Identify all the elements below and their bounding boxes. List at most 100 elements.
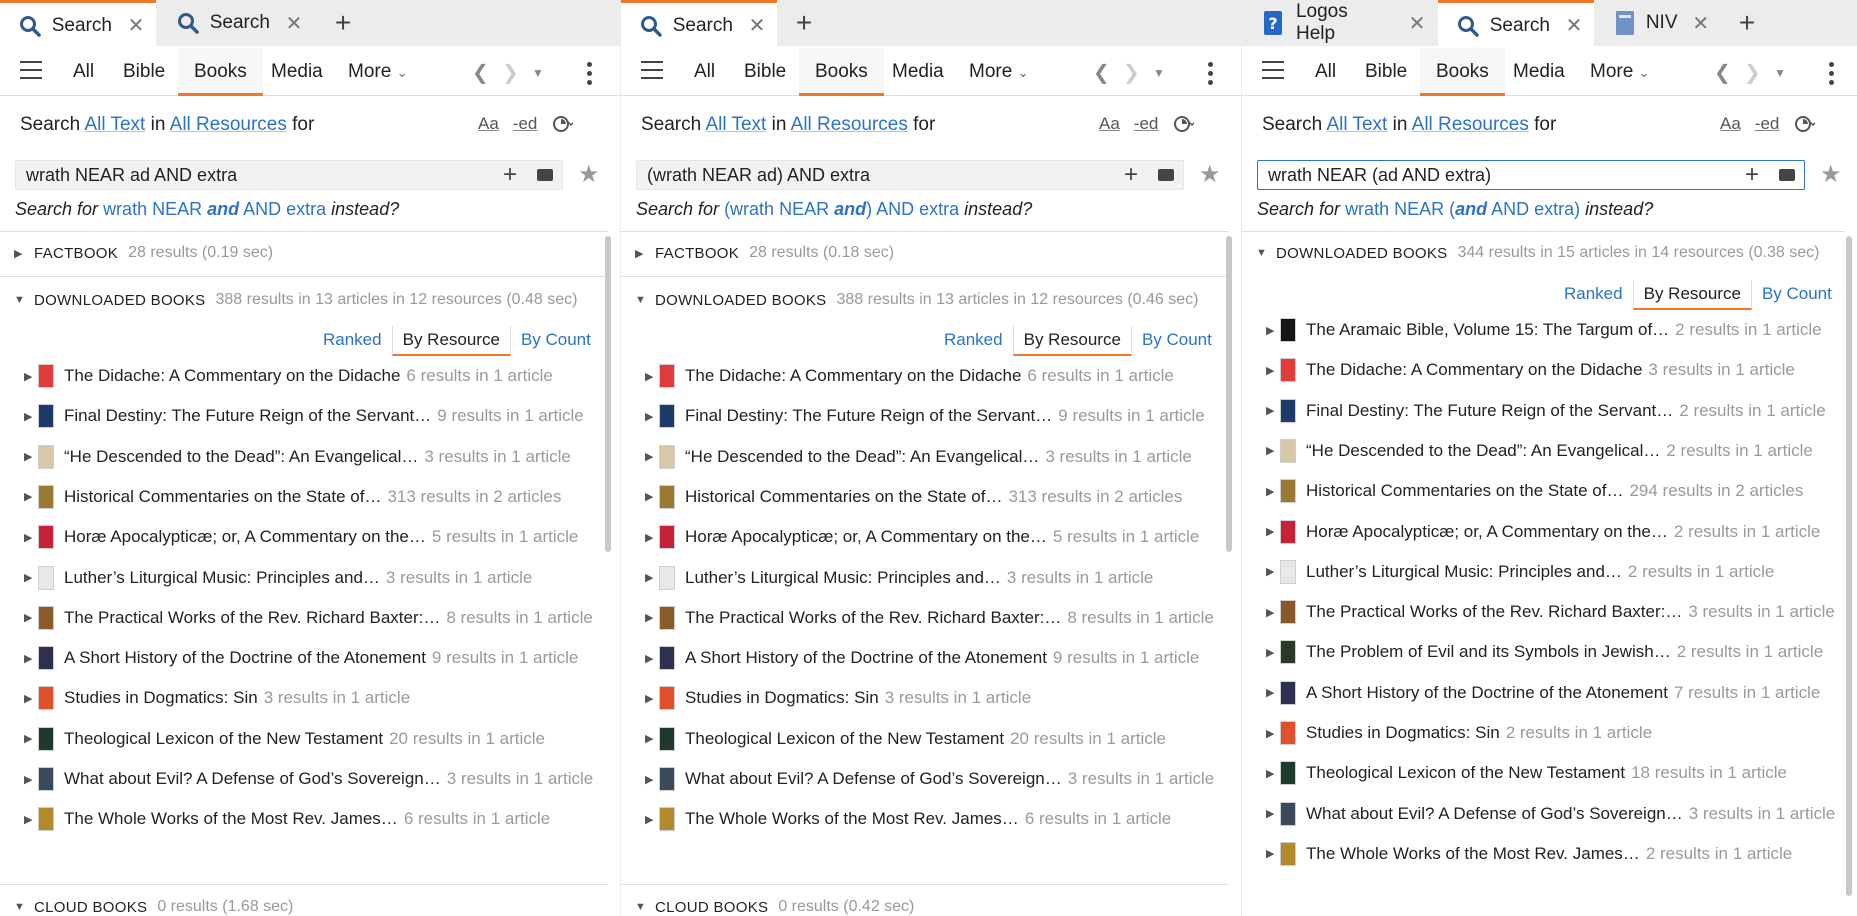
result-row[interactable]: ▶ The Didache: A Commentary on the Didach… xyxy=(645,361,1174,391)
history-dropdown-icon[interactable]: ▼ xyxy=(1774,66,1786,80)
result-row[interactable]: ▶ “He Descended to the Dead”: An Evangeli… xyxy=(1266,436,1813,466)
result-row[interactable]: ▶ “He Descended to the Dead”: An Evangeli… xyxy=(24,442,571,472)
forward-arrow-icon[interactable]: ❯ xyxy=(502,60,519,85)
keyboard-icon[interactable] xyxy=(1158,169,1174,181)
back-arrow-icon[interactable]: ❮ xyxy=(1714,60,1731,85)
search-input[interactable]: wrath NEAR ad AND extra + xyxy=(15,160,563,190)
more-options-icon[interactable] xyxy=(587,62,593,89)
expand-arrow-icon[interactable]: ▶ xyxy=(1266,565,1280,578)
match-stem-toggle[interactable]: -ed xyxy=(1134,114,1159,134)
result-row[interactable]: ▶ Horæ Apocalypticæ; or, A Commentary on … xyxy=(645,522,1199,552)
expand-arrow-icon[interactable]: ▶ xyxy=(1266,485,1280,498)
match-case-toggle[interactable]: Aa xyxy=(1099,114,1120,134)
scrollbar[interactable] xyxy=(1846,236,1852,896)
section-downloaded-books[interactable]: ▼ DOWNLOADED BOOKS 388 results in 13 art… xyxy=(14,291,577,309)
result-title[interactable]: The Whole Works of the Most Rev. James… xyxy=(685,809,1019,829)
expand-arrow-icon[interactable]: ▶ xyxy=(1266,686,1280,699)
result-row[interactable]: ▶ Theological Lexicon of the New Testamen… xyxy=(24,724,545,754)
sort-by-count[interactable]: By Count xyxy=(1132,326,1222,356)
sort-ranked[interactable]: Ranked xyxy=(934,326,1013,356)
expand-arrow-icon[interactable]: ▶ xyxy=(1266,444,1280,457)
result-title[interactable]: What about Evil? A Defense of God’s Sove… xyxy=(1306,804,1683,824)
result-row[interactable]: ▶ What about Evil? A Defense of God’s Sov… xyxy=(645,764,1214,794)
add-term-icon[interactable]: + xyxy=(503,161,517,189)
expand-arrow-icon[interactable]: ▶ xyxy=(24,652,38,665)
result-row[interactable]: ▶ Historical Commentaries on the State of… xyxy=(645,482,1182,512)
menu-icon[interactable] xyxy=(20,61,42,81)
history-icon[interactable] xyxy=(1172,114,1195,134)
match-stem-toggle[interactable]: -ed xyxy=(513,114,538,134)
result-row[interactable]: ▶ Final Destiny: The Future Reign of the … xyxy=(645,401,1205,431)
result-title[interactable]: The Whole Works of the Most Rev. James… xyxy=(1306,844,1640,864)
nav-more[interactable]: More ⌄ xyxy=(969,48,1028,96)
expand-arrow-icon[interactable]: ▶ xyxy=(1266,324,1280,337)
expand-arrow-icon[interactable]: ▶ xyxy=(1266,767,1280,780)
result-title[interactable]: Horæ Apocalypticæ; or, A Commentary on t… xyxy=(64,527,426,547)
result-title[interactable]: The Didache: A Commentary on the Didache xyxy=(64,366,400,386)
expand-arrow-icon[interactable]: ▶ xyxy=(645,370,659,383)
history-dropdown-icon[interactable]: ▼ xyxy=(1153,66,1165,80)
expand-arrow-icon[interactable]: ▶ xyxy=(645,813,659,826)
result-title[interactable]: Luther’s Liturgical Music: Principles an… xyxy=(685,568,1001,588)
result-row[interactable]: ▶ Horæ Apocalypticæ; or, A Commentary on … xyxy=(1266,517,1820,547)
back-arrow-icon[interactable]: ❮ xyxy=(472,60,489,85)
result-row[interactable]: ▶ Theological Lexicon of the New Testamen… xyxy=(645,724,1166,754)
sort-by-count[interactable]: By Count xyxy=(511,326,601,356)
result-title[interactable]: Theological Lexicon of the New Testament xyxy=(1306,763,1625,783)
add-tab-icon[interactable]: + xyxy=(326,6,360,40)
result-title[interactable]: The Practical Works of the Rev. Richard … xyxy=(64,608,440,628)
nav-all[interactable]: All xyxy=(694,48,715,96)
result-row[interactable]: ▶ Horæ Apocalypticæ; or, A Commentary on … xyxy=(24,522,578,552)
suggestion-link[interactable]: (wrath NEAR and) AND extra xyxy=(724,199,959,219)
result-title[interactable]: Luther’s Liturgical Music: Principles an… xyxy=(64,568,380,588)
result-title[interactable]: The Problem of Evil and its Symbols in J… xyxy=(1306,642,1671,662)
nav-media[interactable]: Media xyxy=(1513,48,1565,96)
result-row[interactable]: ▶ Final Destiny: The Future Reign of the … xyxy=(24,401,584,431)
result-title[interactable]: Studies in Dogmatics: Sin xyxy=(64,688,258,708)
text-scope-link[interactable]: All Text xyxy=(84,114,145,135)
result-row[interactable]: ▶ The Whole Works of the Most Rev. James…… xyxy=(1266,839,1792,869)
nav-bible[interactable]: Bible xyxy=(744,48,786,96)
expand-arrow-icon[interactable]: ▶ xyxy=(645,450,659,463)
forward-arrow-icon[interactable]: ❯ xyxy=(1744,60,1761,85)
result-title[interactable]: A Short History of the Doctrine of the A… xyxy=(1306,683,1668,703)
expand-arrow-icon[interactable]: ▶ xyxy=(1266,727,1280,740)
result-title[interactable]: Final Destiny: The Future Reign of the S… xyxy=(64,406,431,426)
result-row[interactable]: ▶ Luther’s Liturgical Music: Principles a… xyxy=(1266,557,1774,587)
more-options-icon[interactable] xyxy=(1829,62,1835,89)
tab-search[interactable]: Search ✕ xyxy=(0,0,156,48)
close-icon[interactable]: ✕ xyxy=(1564,13,1584,38)
result-row[interactable]: ▶ The Didache: A Commentary on the Didach… xyxy=(1266,355,1795,385)
nav-all[interactable]: All xyxy=(73,48,94,96)
expand-arrow-icon[interactable]: ▶ xyxy=(24,531,38,544)
suggestion-link[interactable]: wrath NEAR (and AND extra) xyxy=(1345,199,1580,219)
result-title[interactable]: What about Evil? A Defense of God’s Sove… xyxy=(685,769,1062,789)
search-input[interactable]: wrath NEAR (ad AND extra) + xyxy=(1257,160,1805,190)
match-case-toggle[interactable]: Aa xyxy=(1720,114,1741,134)
result-row[interactable]: ▶ Theological Lexicon of the New Testamen… xyxy=(1266,758,1787,788)
result-row[interactable]: ▶ “He Descended to the Dead”: An Evangeli… xyxy=(645,442,1192,472)
more-options-icon[interactable] xyxy=(1208,62,1214,89)
result-row[interactable]: ▶ The Practical Works of the Rev. Richard… xyxy=(645,603,1214,633)
expand-arrow-icon[interactable]: ▶ xyxy=(645,652,659,665)
keyboard-icon[interactable] xyxy=(537,169,553,181)
section-cloud-books[interactable]: ▼ CLOUD BOOKS 0 results (1.68 sec) xyxy=(14,898,293,916)
result-row[interactable]: ▶ Final Destiny: The Future Reign of the … xyxy=(1266,396,1826,426)
result-title[interactable]: Historical Commentaries on the State of… xyxy=(685,487,1002,507)
nav-all[interactable]: All xyxy=(1315,48,1336,96)
section-cloud-books[interactable]: ▼ CLOUD BOOKS 0 results (0.42 sec) xyxy=(635,898,914,916)
result-title[interactable]: The Whole Works of the Most Rev. James… xyxy=(64,809,398,829)
result-row[interactable]: ▶ Historical Commentaries on the State of… xyxy=(1266,476,1803,506)
tab-niv[interactable]: NIV ✕ xyxy=(1596,0,1720,46)
result-row[interactable]: ▶ The Didache: A Commentary on the Didach… xyxy=(24,361,553,391)
tab-search[interactable]: Search ✕ xyxy=(158,0,314,46)
nav-more[interactable]: More ⌄ xyxy=(1590,48,1649,96)
result-title[interactable]: The Aramaic Bible, Volume 15: The Targum… xyxy=(1306,320,1669,340)
result-row[interactable]: ▶ Luther’s Liturgical Music: Principles a… xyxy=(24,563,532,593)
result-title[interactable]: Historical Commentaries on the State of… xyxy=(64,487,381,507)
result-title[interactable]: “He Descended to the Dead”: An Evangelic… xyxy=(64,447,418,467)
result-row[interactable]: ▶ Studies in Dogmatics: Sin 2 results in 1… xyxy=(1266,718,1652,748)
resource-scope-link[interactable]: All Resources xyxy=(791,114,908,135)
result-row[interactable]: ▶ Historical Commentaries on the State of… xyxy=(24,482,561,512)
expand-arrow-icon[interactable]: ▶ xyxy=(24,370,38,383)
